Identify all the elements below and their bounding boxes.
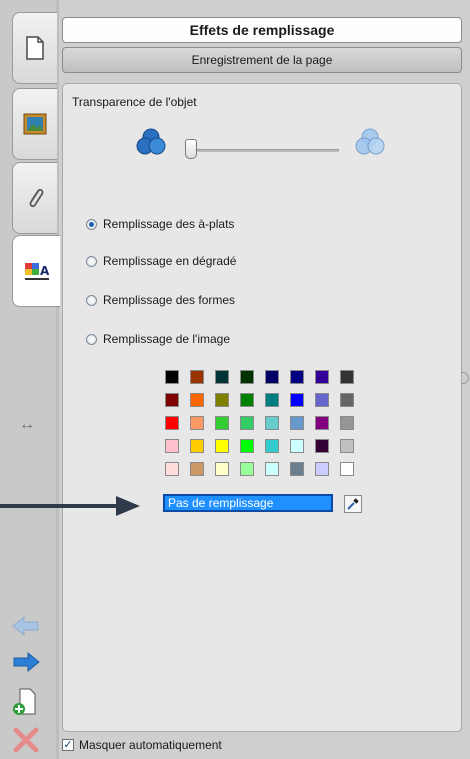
- radio-label: Remplissage des à-plats: [103, 217, 235, 231]
- color-swatch[interactable]: [340, 439, 354, 453]
- color-swatch[interactable]: [165, 370, 179, 384]
- radio-button[interactable]: [86, 294, 97, 306]
- radio-button[interactable]: [86, 333, 97, 345]
- panel-title-button[interactable]: Effets de remplissage: [62, 17, 462, 43]
- transparency-slider-thumb[interactable]: [185, 139, 197, 159]
- color-swatch[interactable]: [340, 393, 354, 407]
- color-swatch[interactable]: [190, 439, 204, 453]
- color-swatch[interactable]: [265, 462, 279, 476]
- color-swatch[interactable]: [265, 393, 279, 407]
- color-swatch[interactable]: [215, 439, 229, 453]
- resize-handle-icon[interactable]: ↔: [12, 416, 42, 434]
- page-icon: [26, 36, 44, 60]
- transparency-label: Transparence de l'objet: [72, 95, 197, 109]
- color-swatch[interactable]: [290, 393, 304, 407]
- delete-page-icon[interactable]: [10, 726, 42, 754]
- color-swatch[interactable]: [290, 370, 304, 384]
- color-picker-button[interactable]: [344, 495, 362, 513]
- color-swatch[interactable]: [190, 370, 204, 384]
- fill-effects-panel: Transparence de l'objet Remplissage des …: [62, 83, 462, 732]
- back-arrow-icon[interactable]: [10, 612, 42, 640]
- callout-arrow-line: [0, 504, 118, 508]
- color-swatch[interactable]: [215, 370, 229, 384]
- color-swatch[interactable]: [240, 416, 254, 430]
- eyedropper-icon: [347, 498, 359, 510]
- radio-label: Remplissage en dégradé: [103, 254, 237, 268]
- color-swatch[interactable]: [215, 416, 229, 430]
- color-swatch[interactable]: [290, 416, 304, 430]
- radio-pattern-fill[interactable]: Remplissage des formes: [86, 293, 235, 307]
- no-fill-button[interactable]: Pas de remplissage: [163, 494, 333, 512]
- color-swatch[interactable]: [315, 370, 329, 384]
- callout-arrow-head: [116, 496, 140, 516]
- transparent-object-icon: [355, 128, 385, 155]
- color-swatch[interactable]: [190, 462, 204, 476]
- radio-image-fill[interactable]: Remplissage de l'image: [86, 332, 230, 346]
- svg-text:A: A: [40, 264, 50, 278]
- radio-button[interactable]: [86, 218, 97, 230]
- color-swatch[interactable]: [240, 439, 254, 453]
- radio-label: Remplissage de l'image: [103, 332, 231, 346]
- radio-gradient-fill[interactable]: Remplissage en dégradé: [86, 254, 236, 268]
- color-swatch[interactable]: [165, 416, 179, 430]
- color-swatch[interactable]: [265, 439, 279, 453]
- transparency-slider-track[interactable]: [189, 149, 339, 152]
- color-swatch[interactable]: [165, 439, 179, 453]
- panel-edge-handle[interactable]: [462, 372, 469, 384]
- color-swatch[interactable]: [290, 439, 304, 453]
- radio-solid-fill[interactable]: Remplissage des à-plats: [86, 217, 234, 231]
- color-swatch[interactable]: [215, 393, 229, 407]
- color-swatch[interactable]: [265, 416, 279, 430]
- properties-icon: A: [24, 263, 50, 280]
- color-swatch[interactable]: [340, 370, 354, 384]
- color-swatch[interactable]: [315, 416, 329, 430]
- color-swatch[interactable]: [315, 439, 329, 453]
- color-swatch[interactable]: [340, 462, 354, 476]
- radio-button[interactable]: [86, 255, 97, 267]
- color-swatch[interactable]: [190, 393, 204, 407]
- paperclip-icon: [29, 188, 44, 208]
- opaque-object-icon: [136, 128, 166, 155]
- tab-properties[interactable]: A: [12, 235, 60, 307]
- radio-label: Remplissage des formes: [103, 293, 236, 307]
- color-swatch[interactable]: [265, 370, 279, 384]
- tab-attachments[interactable]: [12, 162, 57, 234]
- color-swatch[interactable]: [240, 370, 254, 384]
- color-swatch[interactable]: [290, 462, 304, 476]
- color-swatch[interactable]: [240, 393, 254, 407]
- color-swatch[interactable]: [165, 462, 179, 476]
- forward-arrow-icon[interactable]: [10, 648, 42, 676]
- color-swatch[interactable]: [315, 462, 329, 476]
- color-swatch[interactable]: [215, 462, 229, 476]
- color-swatch[interactable]: [190, 416, 204, 430]
- tab-gallery[interactable]: [12, 88, 57, 160]
- auto-hide-label: Masquer automatiquement: [79, 738, 222, 752]
- color-swatch[interactable]: [240, 462, 254, 476]
- tab-page-sorter[interactable]: [12, 12, 57, 84]
- color-swatch[interactable]: [340, 416, 354, 430]
- add-page-icon[interactable]: [10, 688, 42, 716]
- auto-hide-checkbox[interactable]: ✓: [62, 739, 74, 751]
- color-swatch[interactable]: [165, 393, 179, 407]
- page-recording-button[interactable]: Enregistrement de la page: [62, 47, 462, 73]
- color-swatch[interactable]: [315, 393, 329, 407]
- auto-hide-option[interactable]: ✓ Masquer automatiquement: [62, 738, 222, 752]
- picture-icon: [23, 113, 47, 135]
